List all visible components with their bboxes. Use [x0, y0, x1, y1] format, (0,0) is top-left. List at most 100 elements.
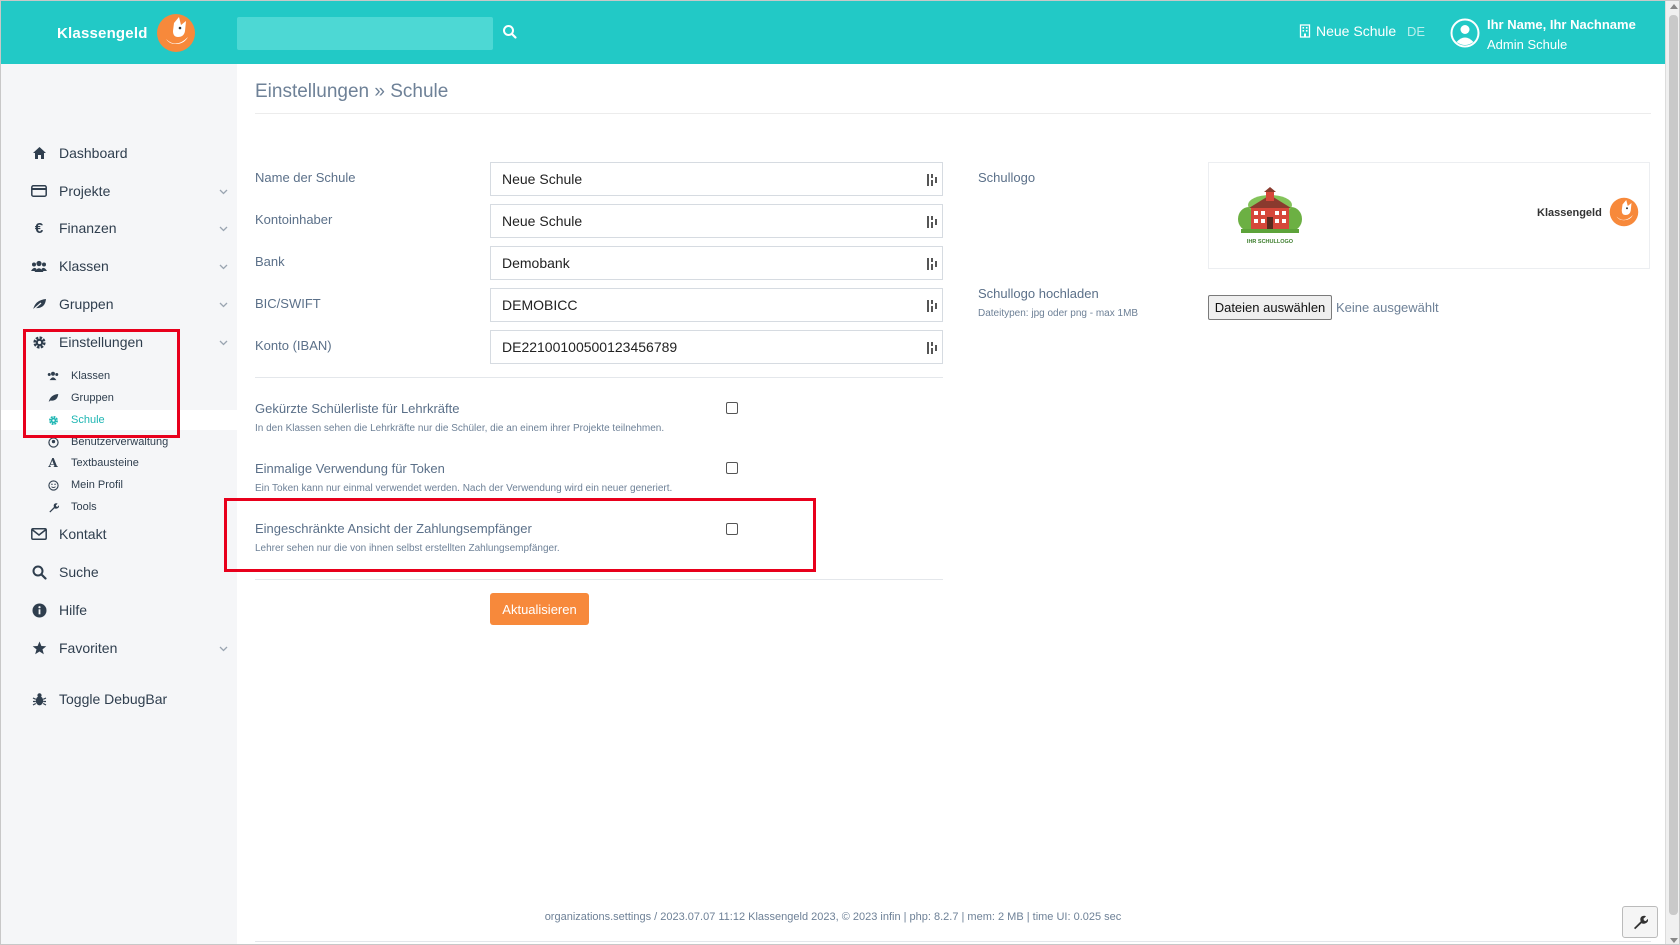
sidebar-item-favoriten[interactable]: Favoriten — [1, 633, 237, 663]
sidebar-item-klassen[interactable]: Klassen — [1, 251, 237, 281]
account-holder-input[interactable]: Neue Schule — [490, 204, 943, 238]
sidebar-item-gruppen[interactable]: Gruppen — [1, 289, 237, 319]
school-switcher[interactable]: Neue Schule — [1299, 23, 1396, 39]
sidebar-item-hilfe[interactable]: Hilfe — [1, 595, 237, 625]
highlight-box-option — [224, 498, 816, 572]
wrench-icon — [47, 501, 59, 513]
search-icon — [31, 564, 47, 580]
keyboard-icon[interactable] — [926, 256, 938, 272]
sidebar-item-kontakt[interactable]: Kontakt — [1, 519, 237, 549]
field-value: DE22100100500123456789 — [502, 339, 678, 355]
user-role: Admin Schule — [1487, 37, 1568, 52]
fox-logo-icon — [156, 14, 195, 52]
svg-text:IHR SCHULLOGO: IHR SCHULLOGO — [1247, 239, 1294, 245]
building-icon — [1299, 24, 1311, 38]
keyboard-icon[interactable] — [926, 214, 938, 230]
title-divider — [255, 113, 1651, 114]
iban-input[interactable]: DE22100100500123456789 — [490, 330, 943, 364]
klassengeld-logo-text: Klassengeld — [1537, 207, 1602, 219]
update-button[interactable]: Aktualisieren — [490, 593, 589, 625]
sidebar-item-label: Kontakt — [59, 526, 107, 542]
search-input[interactable] — [237, 17, 493, 50]
sidebar-item-label: Gruppen — [59, 296, 114, 312]
sidebar-subitem-mein-profil[interactable]: Mein Profil — [1, 475, 237, 495]
vertical-scrollbar[interactable] — [1665, 1, 1679, 944]
highlight-box-settings — [23, 329, 180, 438]
sidebar-subitem-label: Textbausteine — [71, 457, 139, 469]
option-desc-token: Ein Token kann nur einmal verwendet werd… — [255, 483, 673, 494]
bank-input[interactable]: Demobank — [490, 246, 943, 280]
sidebar-item-suche[interactable]: Suche — [1, 557, 237, 587]
keyboard-icon[interactable] — [926, 340, 938, 356]
school-name-input[interactable]: Neue Schule — [490, 162, 943, 196]
upload-hint: Dateitypen: jpg oder png - max 1MB — [978, 308, 1139, 319]
scroll-up-arrow[interactable] — [1670, 4, 1678, 9]
sidebar-item-label: Hilfe — [59, 602, 88, 618]
user-name[interactable]: Ihr Name, Ihr Nachname — [1487, 17, 1636, 32]
star-icon — [31, 640, 47, 656]
short-list-checkbox[interactable] — [726, 402, 738, 414]
search-icon[interactable] — [501, 23, 519, 41]
page-title: Einstellungen » Schule — [255, 81, 449, 102]
home-icon — [31, 145, 47, 161]
sidebar-item-label: Dashboard — [59, 145, 128, 161]
token-checkbox[interactable] — [726, 462, 738, 474]
field-label-school-name: Name der Schule — [255, 170, 356, 185]
keyboard-icon[interactable] — [926, 172, 938, 188]
bic-input[interactable]: DEMOBICC — [490, 288, 943, 322]
footer-divider — [255, 941, 1651, 942]
option-title-token: Einmalige Verwendung für Token — [255, 461, 445, 476]
sidebar-subitem-tools[interactable]: Tools — [1, 497, 237, 517]
sidebar-item-label: Toggle DebugBar — [59, 691, 168, 707]
field-value: Neue Schule — [502, 171, 583, 187]
option-title-short-list: Gekürzte Schülerliste für Lehrkräfte — [255, 401, 460, 416]
leaf-icon — [31, 296, 47, 312]
envelope-icon — [31, 526, 47, 542]
language-switcher[interactable]: DE — [1407, 24, 1425, 39]
users-icon — [31, 258, 47, 274]
info-icon — [31, 602, 47, 618]
chevron-down-icon[interactable] — [219, 338, 228, 347]
tools-button[interactable] — [1622, 906, 1658, 938]
choose-file-button[interactable]: Dateien auswählen — [1208, 295, 1332, 320]
bug-icon — [31, 691, 47, 707]
sidebar: Dashboard Projekte € Finanzen Klassen Gr… — [1, 64, 237, 944]
sidebar-item-dashboard[interactable]: Dashboard — [1, 138, 237, 168]
option-desc-short-list: In den Klassen sehen die Lehrkräfte nur … — [255, 423, 665, 434]
font-icon: A — [48, 456, 58, 470]
footer-info: organizations.settings / 2023.07.07 11:1… — [544, 911, 1122, 923]
section-divider — [255, 579, 943, 580]
avatar-icon[interactable] — [1450, 18, 1480, 48]
field-value: Demobank — [502, 255, 570, 271]
sidebar-subitem-label: Tools — [71, 501, 97, 513]
sidebar-item-projekte[interactable]: Projekte — [1, 176, 237, 206]
chevron-down-icon[interactable] — [219, 300, 228, 309]
chevron-down-icon[interactable] — [219, 224, 228, 233]
field-label-bank: Bank — [255, 254, 285, 269]
scroll-down-arrow[interactable] — [1670, 938, 1678, 943]
sidebar-item-toggle-debugbar[interactable]: Toggle DebugBar — [1, 684, 237, 714]
upload-label: Schullogo hochladen — [978, 286, 1099, 301]
sidebar-subitem-label: Mein Profil — [71, 479, 123, 491]
sidebar-item-label: Suche — [59, 564, 99, 580]
sidebar-item-label: Klassen — [59, 258, 109, 274]
sidebar-subitem-textbausteine[interactable]: A Textbausteine — [1, 453, 237, 473]
brand-name: Klassengeld — [57, 24, 148, 42]
no-file-selected: Keine ausgewählt — [1336, 300, 1439, 315]
sidebar-item-label: Projekte — [59, 183, 111, 199]
field-value: Neue Schule — [502, 213, 583, 229]
euro-icon: € — [34, 219, 44, 237]
chevron-down-icon[interactable] — [219, 262, 228, 271]
sidebar-item-finanzen[interactable]: € Finanzen — [1, 213, 237, 243]
wrench-icon — [1634, 915, 1648, 930]
fox-logo-icon — [1609, 197, 1639, 227]
field-label-iban: Konto (IBAN) — [255, 338, 332, 353]
keyboard-icon[interactable] — [926, 298, 938, 314]
scrollbar-thumb[interactable] — [1669, 15, 1678, 915]
chevron-down-icon[interactable] — [219, 187, 228, 196]
section-divider — [255, 377, 943, 378]
field-value: DEMOBICC — [502, 297, 578, 313]
brand-logo[interactable]: Klassengeld — [57, 13, 198, 53]
school-name: Neue Schule — [1316, 23, 1397, 39]
chevron-down-icon[interactable] — [219, 644, 228, 653]
